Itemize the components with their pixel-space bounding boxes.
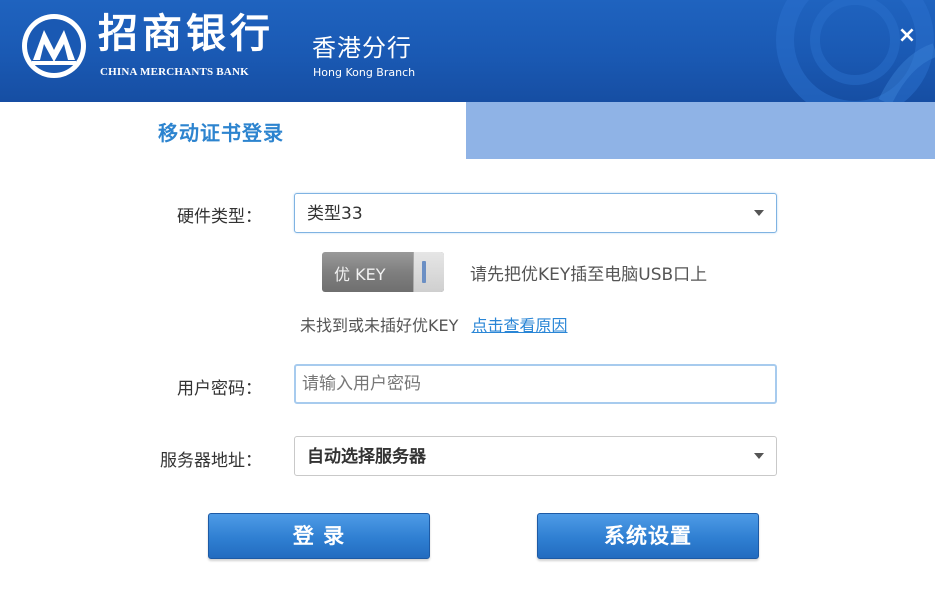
hardware-type-value: 类型33 [307,204,363,224]
server-address-select[interactable]: 自动选择服务器 [294,436,777,476]
password-label: 用户密码： [177,379,262,399]
key-not-found-text: 未找到或未插好优KEY [300,316,459,335]
usb-key-indicator [422,261,426,283]
usb-key-icon: 优 KEY [322,252,444,292]
bank-name-cn: 招商银行 [98,10,274,57]
server-address-label: 服务器地址： [160,451,262,471]
tab-mobile-certificate-login[interactable]: 移动证书登录 [158,117,284,146]
hardware-type-label: 硬件类型： [177,207,262,227]
password-field[interactable] [294,364,777,404]
server-address-value: 自动选择服务器 [307,447,426,467]
branch-name-cn: 香港分行 [312,34,412,62]
branch-name-en: Hong Kong Branch [313,66,416,79]
tab-strip-background [466,102,935,159]
system-settings-button[interactable]: 系统设置 [537,513,759,559]
hardware-type-select[interactable]: 类型33 [294,193,777,233]
usb-key-end [413,252,444,292]
chevron-down-icon [754,453,764,459]
usb-key-label: 优 KEY [334,265,386,284]
key-not-found-message: 未找到或未插好优KEY 点击查看原因 [300,312,568,336]
usb-insert-hint: 请先把优KEY插至电脑USB口上 [470,265,708,285]
decorative-swirl-graphic [776,0,935,102]
bank-name-en: CHINA MERCHANTS BANK [100,66,249,78]
cmb-logo-icon [22,14,86,78]
password-input[interactable] [296,366,775,402]
close-button[interactable]: × [894,22,920,50]
header-banner: 招商银行 CHINA MERCHANTS BANK 香港分行 Hong Kong… [0,0,935,102]
login-button[interactable]: 登 录 [208,513,430,559]
view-reason-link[interactable]: 点击查看原因 [471,316,567,335]
chevron-down-icon [754,210,764,216]
